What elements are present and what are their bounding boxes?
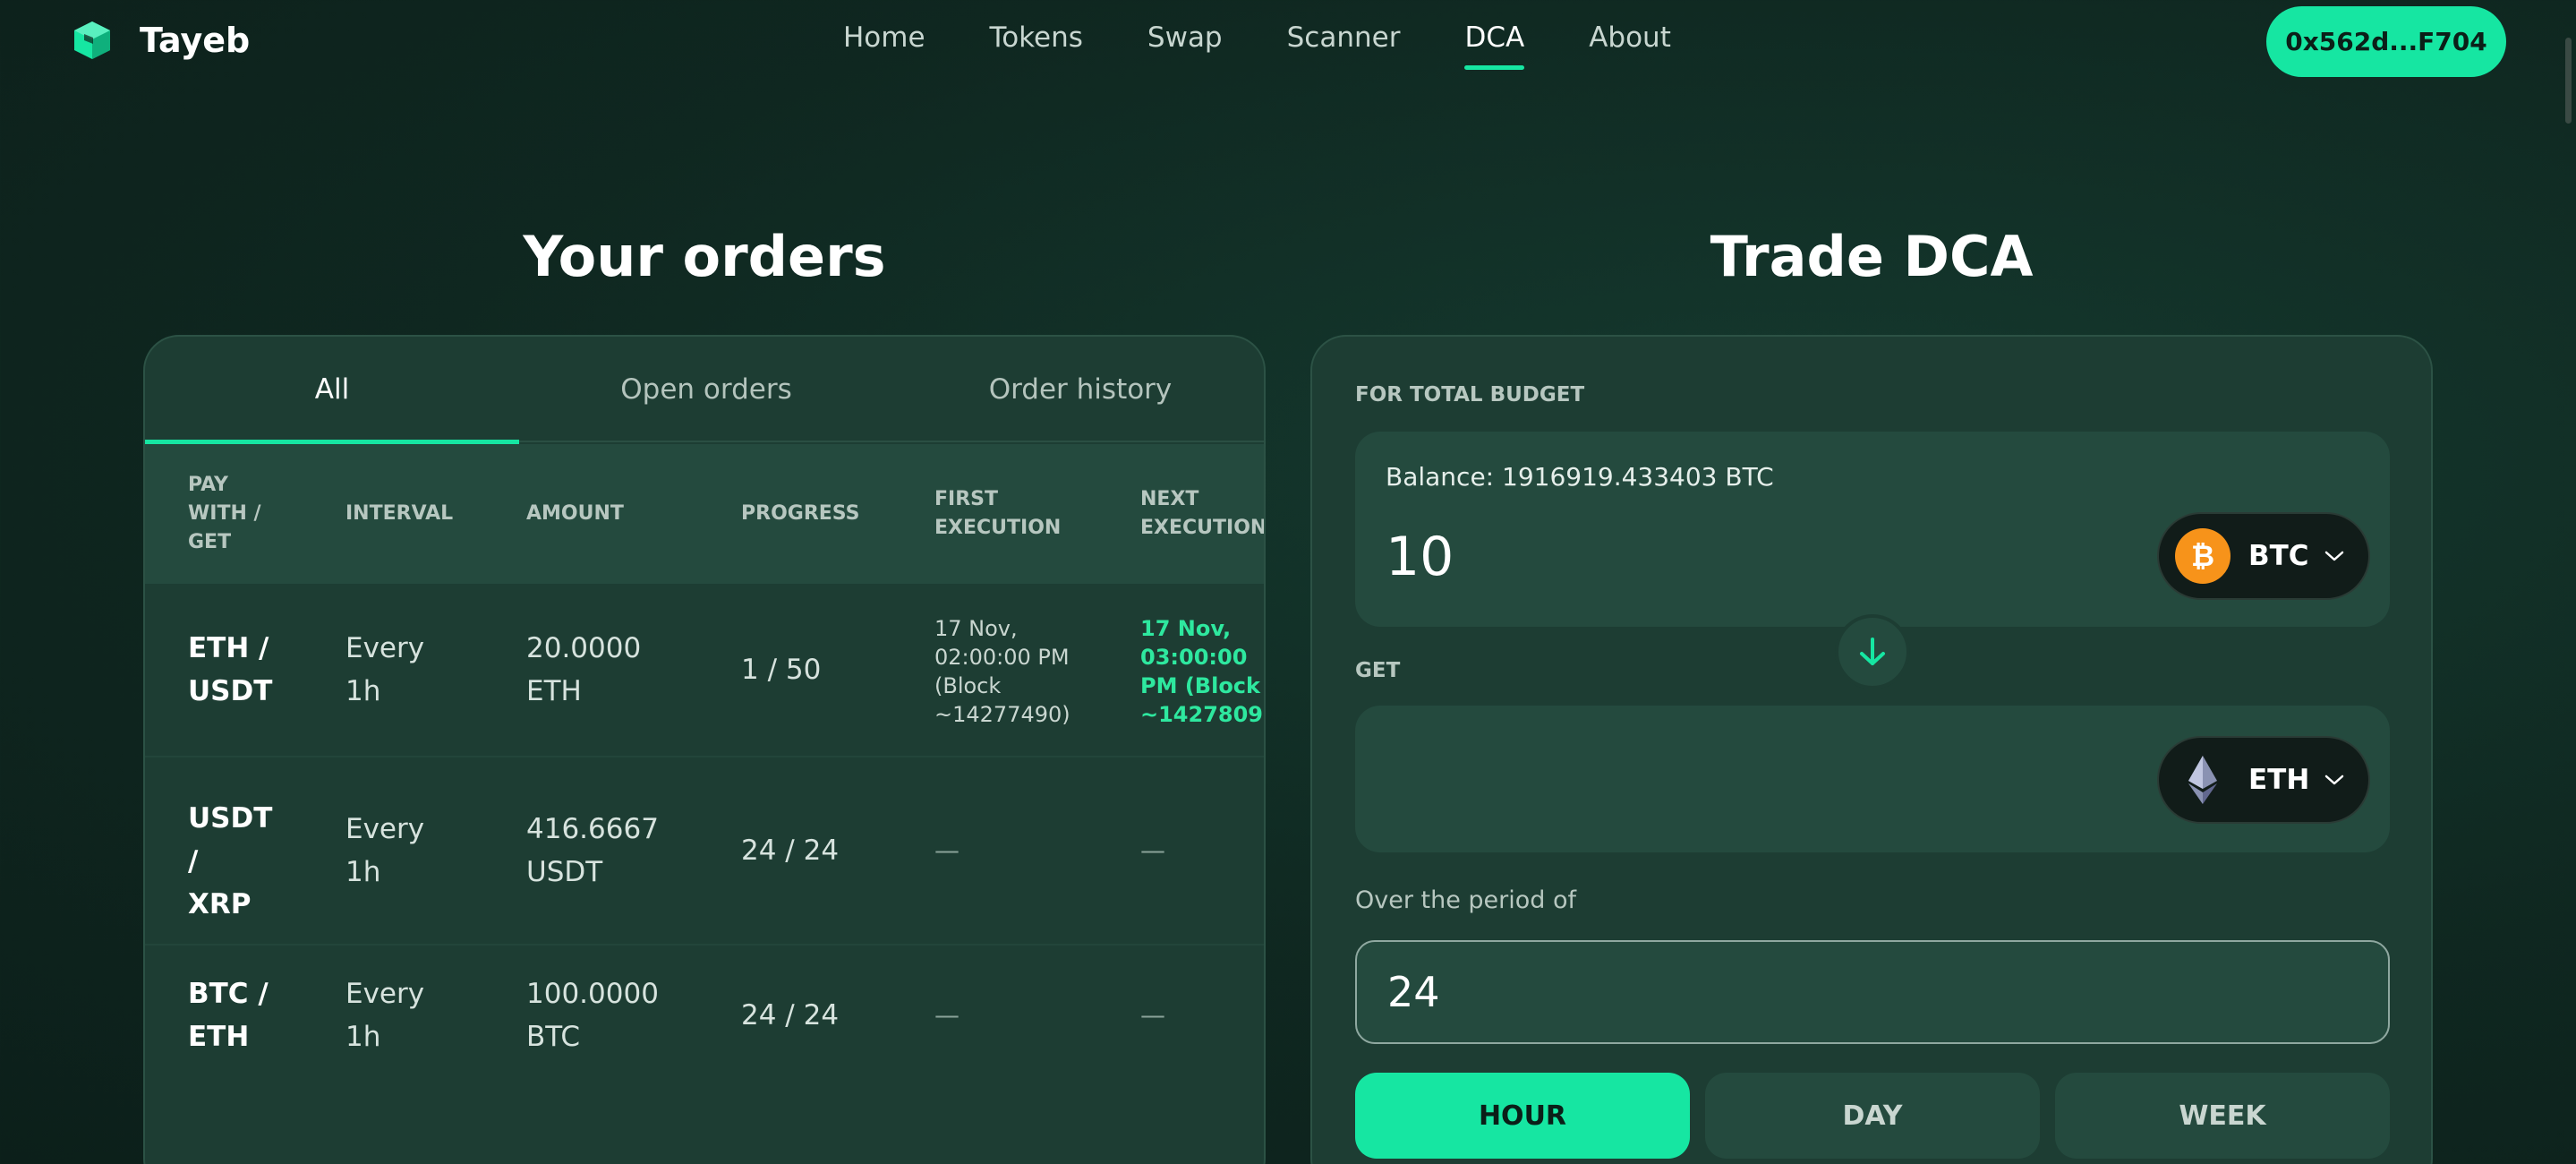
row-pair: BTC / ETH	[188, 978, 269, 1053]
bitcoin-icon: ₿	[2175, 528, 2231, 584]
table-row[interactable]: ETH / USDT Every 1h 20.0000 ETH 1 / 50 1…	[145, 584, 1264, 757]
brand-name: Tayeb	[140, 21, 251, 60]
row-first-execution: —	[934, 1000, 960, 1030]
tab-open-orders[interactable]: Open orders	[519, 337, 893, 442]
sell-token-label: BTC	[2248, 540, 2309, 572]
row-next-execution: —	[1140, 835, 1165, 865]
row-amount: 20.0000 ETH	[526, 632, 642, 707]
row-first-execution: 17 Nov, 02:00:00 PM (Block ~14277490)	[934, 616, 1070, 727]
cube-logo-icon	[74, 21, 110, 59]
buy-panel: ETH	[1355, 706, 2390, 852]
orders-title: Your orders	[523, 224, 886, 289]
col-progress: PROGRESS	[741, 502, 860, 525]
col-interval: INTERVAL	[345, 502, 454, 525]
wallet-address-button[interactable]: 0x562d...F704	[2266, 6, 2506, 77]
col-next-execution: NEXT EXECUTION	[1140, 488, 1266, 539]
chevron-down-icon	[2325, 775, 2344, 785]
tab-all[interactable]: All	[145, 337, 519, 444]
trade-dca-card: FOR TOTAL BUDGET Balance: 1916919.433403…	[1310, 335, 2433, 1164]
col-first-execution: FIRST EXECUTION	[934, 488, 1062, 539]
scrollbar-thumb[interactable]	[2565, 38, 2572, 124]
sell-panel: Balance: 1916919.433403 BTC ₿ BTC	[1355, 432, 2390, 627]
ethereum-icon	[2175, 752, 2231, 808]
nav-about[interactable]: About	[1589, 21, 1671, 54]
row-pair: ETH / USDT	[188, 632, 273, 707]
nav-home[interactable]: Home	[843, 21, 925, 54]
row-amount: 416.6667 USDT	[526, 813, 659, 888]
unit-week-button[interactable]: WEEK	[2055, 1073, 2390, 1159]
orders-table-header: PAY WITH / GET INTERVAL AMOUNT PROGRESS …	[145, 444, 1264, 584]
sell-amount-input[interactable]	[1386, 521, 1923, 593]
nav-scanner[interactable]: Scanner	[1287, 21, 1401, 54]
row-interval: Every 1h	[345, 632, 425, 707]
row-next-execution: —	[1140, 1000, 1165, 1030]
top-nav-bar: Tayeb Home Tokens Swap Scanner DCA About…	[0, 0, 2576, 82]
main-nav: Home Tokens Swap Scanner DCA About	[843, 21, 1736, 70]
nav-tokens[interactable]: Tokens	[990, 21, 1083, 54]
period-label: Over the period of	[1355, 886, 1577, 914]
brand-logo[interactable]: Tayeb	[72, 20, 250, 61]
row-progress: 24 / 24	[741, 834, 840, 867]
buy-token-label: ETH	[2248, 764, 2310, 796]
buy-token-selector[interactable]: ETH	[2157, 736, 2370, 824]
balance-text: Balance: 1916919.433403 BTC	[1386, 462, 1774, 492]
svg-text:₿: ₿	[2191, 539, 2214, 573]
chevron-down-icon	[2324, 551, 2343, 561]
row-amount: 100.0000 BTC	[526, 978, 659, 1053]
table-row[interactable]: USDT / XRP Every 1h 416.6667 USDT 24 / 2…	[145, 757, 1264, 946]
nav-swap[interactable]: Swap	[1147, 21, 1223, 54]
row-pair: USDT / XRP	[188, 802, 273, 920]
orders-card: All Open orders Order history PAY WITH /…	[143, 335, 1266, 1164]
orders-tabs: All Open orders Order history	[145, 337, 1264, 444]
nav-dca[interactable]: DCA	[1464, 21, 1524, 70]
row-interval: Every 1h	[345, 813, 425, 888]
row-progress: 1 / 50	[741, 654, 822, 686]
budget-label: FOR TOTAL BUDGET	[1355, 383, 1585, 407]
swap-direction-button[interactable]	[1835, 614, 1910, 689]
trade-title: Trade DCA	[1710, 224, 2034, 289]
period-input[interactable]	[1355, 940, 2390, 1044]
get-label: GET	[1355, 659, 1401, 682]
unit-hour-button[interactable]: HOUR	[1355, 1073, 1690, 1159]
unit-day-button[interactable]: DAY	[1705, 1073, 2040, 1159]
row-interval: Every 1h	[345, 978, 425, 1053]
arrow-down-icon	[1860, 638, 1885, 665]
sell-token-selector[interactable]: ₿ BTC	[2157, 512, 2370, 600]
row-progress: 24 / 24	[741, 999, 840, 1031]
col-pair: PAY WITH / GET	[188, 474, 261, 553]
tab-order-history[interactable]: Order history	[893, 337, 1264, 442]
row-next-execution: 17 Nov, 03:00:00 PM (Block ~14278090)	[1140, 616, 1264, 727]
row-first-execution: —	[934, 835, 960, 865]
page-scrollbar[interactable]	[2562, 0, 2576, 1164]
col-amount: AMOUNT	[526, 502, 624, 525]
table-row[interactable]: BTC / ETH Every 1h 100.0000 BTC 24 / 24 …	[145, 946, 1264, 1098]
